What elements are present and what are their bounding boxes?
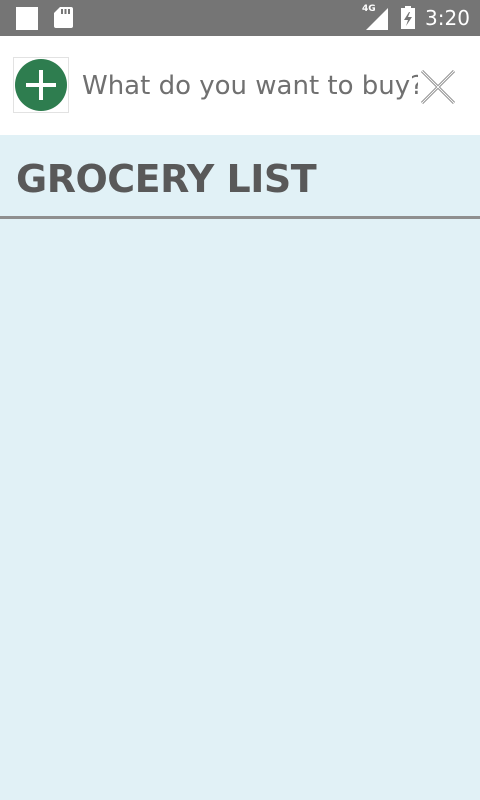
signal-icon: [366, 8, 388, 30]
battery-icon: [401, 6, 415, 29]
status-time: 3:20: [425, 6, 470, 30]
list-header: GROCERY LIST: [0, 135, 480, 219]
notification-icon: [16, 7, 38, 30]
search-toolbar: [0, 36, 480, 135]
page-title: GROCERY LIST: [16, 157, 317, 201]
add-circle-icon: [15, 59, 67, 111]
close-icon: [420, 69, 456, 105]
sd-card-icon: [54, 7, 73, 28]
add-item-button[interactable]: [13, 57, 69, 113]
grocery-list: [0, 222, 480, 800]
search-input[interactable]: [82, 66, 418, 106]
clear-button[interactable]: [420, 69, 456, 105]
status-bar: 4G 3:20: [0, 0, 480, 36]
